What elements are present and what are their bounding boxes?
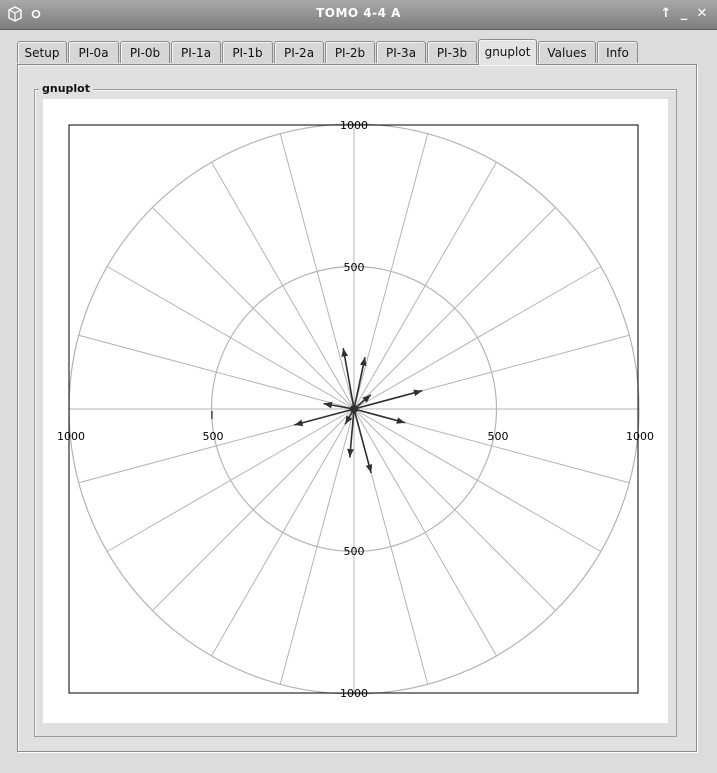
- up-arrow-button[interactable]: ↑: [659, 6, 673, 22]
- polar-plot: 1000 500 500 1000 1000 500 500 1000: [57, 119, 654, 700]
- close-button[interactable]: ✕: [695, 6, 709, 22]
- minimize-button[interactable]: _: [677, 6, 691, 22]
- grid-spoke: [353, 408, 497, 657]
- tick-label-right-inner: 500: [488, 430, 509, 443]
- title-bar[interactable]: TOMO 4-4 A ↑ _ ✕: [0, 0, 717, 30]
- grid-spoke: [106, 408, 355, 552]
- tick-label-bottom-inner: 500: [344, 545, 365, 558]
- tab-pi-1a[interactable]: PI-1a: [171, 41, 221, 63]
- tick-label-top-outer: 1000: [340, 119, 368, 132]
- grid-spoke: [152, 408, 355, 611]
- tick-label-right-outer: 1000: [626, 430, 654, 443]
- tick-label-top-inner: 500: [344, 261, 365, 274]
- groupbox-title: gnuplot: [39, 82, 93, 95]
- tab-values[interactable]: Values: [538, 41, 596, 63]
- app-window: TOMO 4-4 A ↑ _ ✕ Setup PI-0a PI-0b PI-1a…: [0, 0, 717, 773]
- tab-pi-3a[interactable]: PI-3a: [376, 41, 426, 63]
- vector-arrows: [294, 347, 423, 474]
- tick-label-left-outer: 1000: [57, 430, 85, 443]
- vector-origin: [350, 405, 358, 413]
- grid-spoke: [106, 266, 355, 410]
- grid-spoke: [353, 408, 602, 552]
- tab-setup[interactable]: Setup: [17, 41, 67, 63]
- tab-pi-2b[interactable]: PI-2b: [325, 41, 375, 63]
- grid-spoke: [353, 161, 497, 410]
- tab-pi-3b[interactable]: PI-3b: [427, 41, 477, 63]
- grid-spoke: [211, 408, 355, 657]
- tab-pi-0a[interactable]: PI-0a: [68, 41, 119, 63]
- tab-pi-1b[interactable]: PI-1b: [222, 41, 273, 63]
- tab-pi-2a[interactable]: PI-2a: [274, 41, 324, 63]
- tab-pi-0b[interactable]: PI-0b: [120, 41, 170, 63]
- grid-spoke: [353, 207, 556, 410]
- tab-info[interactable]: Info: [597, 41, 638, 63]
- vector-arrow: [353, 356, 367, 410]
- grid-spoke: [78, 334, 355, 410]
- tick-label-left-inner: 500: [203, 430, 224, 443]
- tick-label-bottom-outer: 1000: [340, 687, 368, 700]
- grid-spoke: [353, 266, 602, 410]
- vector-arrow: [341, 347, 355, 410]
- grid-spoke: [353, 133, 429, 410]
- tab-gnuplot[interactable]: gnuplot: [478, 39, 537, 65]
- grid-spoke: [353, 408, 556, 611]
- grid-spoke: [211, 161, 355, 410]
- grid-spoke: [152, 207, 355, 410]
- window-title: TOMO 4-4 A: [316, 6, 401, 20]
